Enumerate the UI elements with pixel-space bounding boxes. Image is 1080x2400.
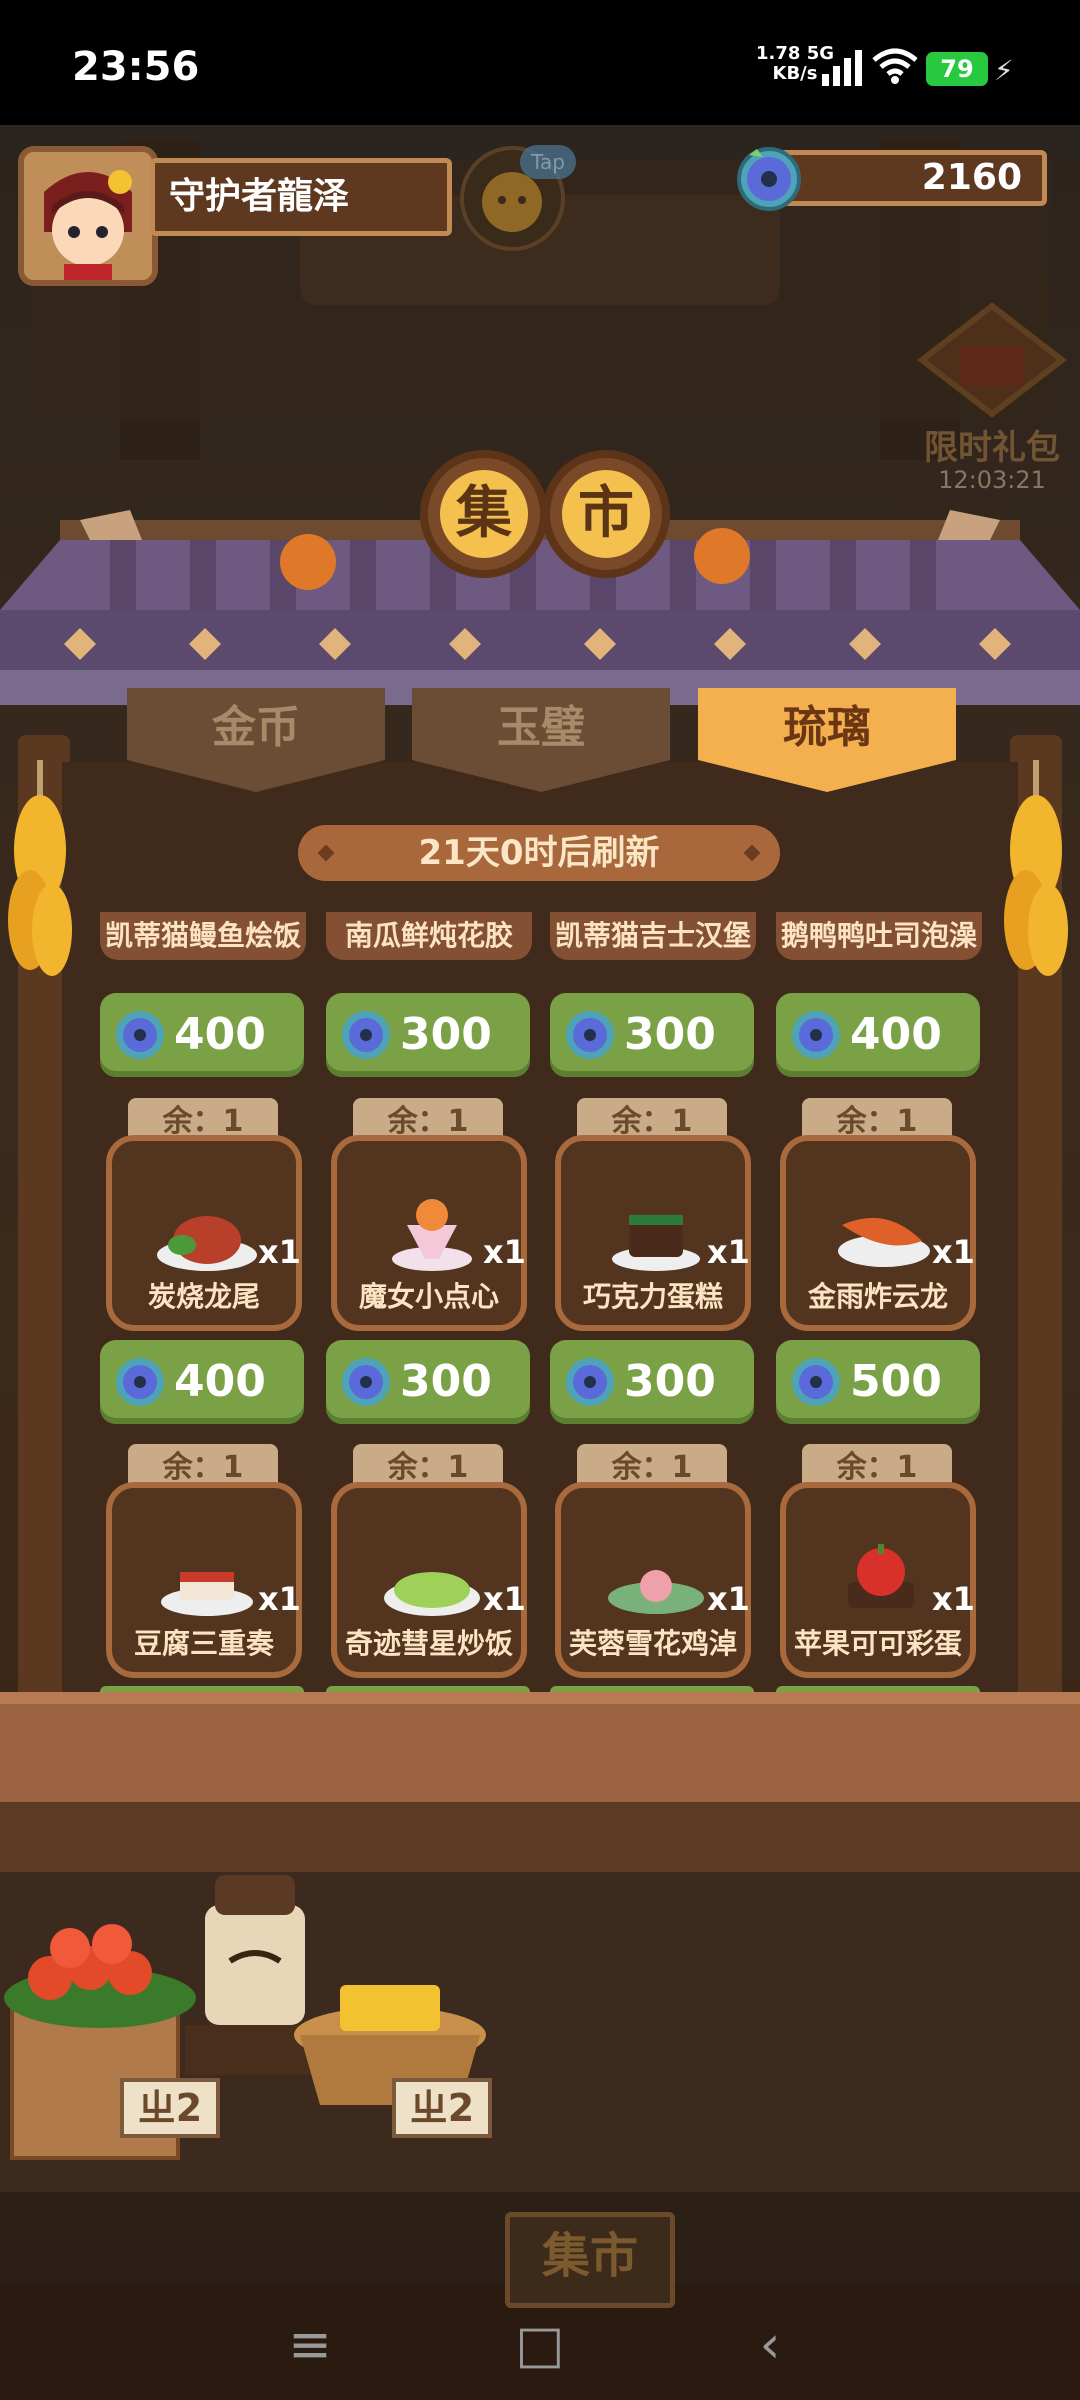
item-card[interactable]: x1 金雨炸云龙: [780, 1135, 976, 1331]
signal-icon: [822, 50, 862, 86]
back-button[interactable]: ‹: [740, 2315, 800, 2375]
item-quantity: x1: [932, 1233, 975, 1271]
item-card[interactable]: x1 巧克力蛋糕: [555, 1135, 751, 1331]
avatar-portrait-icon: [24, 152, 152, 280]
item-name: 豆腐三重奏: [133, 1627, 274, 1660]
apple-cocoa-egg-icon: [848, 1544, 914, 1608]
buy-button[interactable]: 400: [100, 993, 304, 1077]
tomato-pile-icon: [4, 1924, 196, 2028]
stall-counter: [0, 1692, 1080, 1802]
menu-button[interactable]: ≡: [280, 2315, 340, 2375]
item-name: 南瓜鲜炖花胶: [326, 912, 532, 960]
price-value: 400: [174, 1356, 266, 1407]
player-avatar[interactable]: [18, 146, 158, 286]
tab-gold-coin[interactable]: 金币: [127, 688, 385, 792]
limited-gift-label: 限时礼包: [924, 428, 1060, 468]
item-name: 炭烧龙尾: [147, 1280, 260, 1313]
price-value: 300: [400, 1356, 492, 1407]
glaze-coin-icon: [737, 147, 801, 211]
navigation-bar: ≡ □ ‹: [0, 2285, 1080, 2400]
price-tag: ㄓ2: [392, 2078, 492, 2138]
glaze-coin-icon: [792, 1011, 840, 1059]
item-card[interactable]: x1 豆腐三重奏: [106, 1482, 302, 1678]
chocolate-cake-icon: [612, 1215, 700, 1271]
item-quantity: x1: [932, 1580, 975, 1618]
tab-label: 玉璧: [497, 702, 585, 753]
glaze-coin-icon: [566, 1011, 614, 1059]
witch-snack-icon: [392, 1199, 472, 1271]
item-quantity: x1: [483, 1580, 526, 1618]
gift-box-icon: [917, 302, 1067, 418]
item-quantity: x1: [258, 1233, 301, 1271]
price-value: 300: [400, 1009, 492, 1060]
buy-button[interactable]: 300: [550, 1340, 754, 1424]
tab-label: 琉璃: [783, 702, 871, 753]
glaze-coin-icon: [792, 1358, 840, 1406]
corn-decoration-icon: [1004, 760, 1068, 976]
tofu-trio-icon: [161, 1572, 253, 1616]
refresh-timer: 21天0时后刷新: [298, 825, 780, 881]
market-title-coin: 市: [542, 450, 670, 578]
item-card[interactable]: x1 炭烧龙尾: [106, 1135, 302, 1331]
item-name: 金雨炸云龙: [807, 1280, 948, 1313]
price-value: 300: [624, 1356, 716, 1407]
item-card[interactable]: x1 奇迹彗星炒饭: [331, 1482, 527, 1678]
home-button[interactable]: □: [510, 2315, 570, 2375]
stall-counter-shadow: [0, 1802, 1080, 1872]
charging-icon: ⚡: [994, 54, 1014, 87]
item-quantity: x1: [707, 1580, 750, 1618]
price-tag: ㄓ2: [120, 2078, 220, 2138]
status-bar: 23:56 1.78 5G KB/s 79 ⚡: [0, 0, 1080, 125]
tab-label: 金币: [212, 702, 300, 753]
glaze-coin-icon: [116, 1011, 164, 1059]
buy-button[interactable]: 300: [550, 993, 754, 1077]
corn-decoration-icon: [8, 760, 72, 976]
battery-icon: 79: [926, 52, 988, 86]
limited-gift-button[interactable]: 限时礼包 12:03:21: [912, 300, 1072, 500]
market-title-coin: 集: [420, 450, 548, 578]
item-name: 凯蒂猫吉士汉堡: [550, 912, 756, 960]
item-name: 鹅鸭鸭吐司泡澡: [776, 912, 982, 960]
wifi-icon: [872, 48, 918, 84]
fried-dragon-icon: [838, 1217, 930, 1267]
glaze-coin-icon: [342, 1011, 390, 1059]
item-quantity: x1: [483, 1233, 526, 1271]
item-name: 魔女小点心: [358, 1280, 499, 1313]
item-card[interactable]: x1 魔女小点心: [331, 1135, 527, 1331]
price-value: 500: [850, 1356, 942, 1407]
buy-button[interactable]: 400: [776, 993, 980, 1077]
glaze-coin-icon: [116, 1358, 164, 1406]
item-quantity: x1: [707, 1233, 750, 1271]
tab-jade[interactable]: 玉璧: [412, 688, 670, 792]
item-name: 苹果可可彩蛋: [793, 1627, 962, 1660]
market-title-char: 市: [562, 470, 650, 558]
tab-glaze[interactable]: 琉璃: [698, 688, 956, 792]
item-name: 芙蓉雪花鸡淖: [568, 1627, 737, 1660]
glaze-currency-amount: 2160: [762, 150, 1047, 206]
glaze-coin-icon: [566, 1358, 614, 1406]
item-name: 凯蒂猫鳗鱼烩饭: [100, 912, 306, 960]
price-value: 400: [174, 1009, 266, 1060]
player-name: 守护者龍泽: [150, 158, 452, 236]
glaze-coin-icon: [342, 1358, 390, 1406]
price-value: 300: [624, 1009, 716, 1060]
market-title-char: 集: [440, 470, 528, 558]
item-name: 奇迹彗星炒饭: [344, 1627, 513, 1660]
tap-hint: Tap: [520, 145, 576, 179]
buy-button[interactable]: 500: [776, 1340, 980, 1424]
item-quantity: x1: [258, 1580, 301, 1618]
buy-button[interactable]: 300: [326, 993, 530, 1077]
limited-gift-timer: 12:03:21: [938, 466, 1046, 494]
buy-button[interactable]: 300: [326, 1340, 530, 1424]
item-card[interactable]: x1 芙蓉雪花鸡淖: [555, 1482, 751, 1678]
item-name: 巧克力蛋糕: [582, 1280, 723, 1313]
buy-button[interactable]: 400: [100, 1340, 304, 1424]
lotus-chicken-icon: [608, 1570, 704, 1614]
roast-dragon-tail-icon: [157, 1216, 257, 1271]
price-value: 400: [850, 1009, 942, 1060]
clock: 23:56: [72, 44, 200, 90]
comet-fried-rice-icon: [384, 1572, 480, 1616]
item-card[interactable]: x1 苹果可可彩蛋: [780, 1482, 976, 1678]
